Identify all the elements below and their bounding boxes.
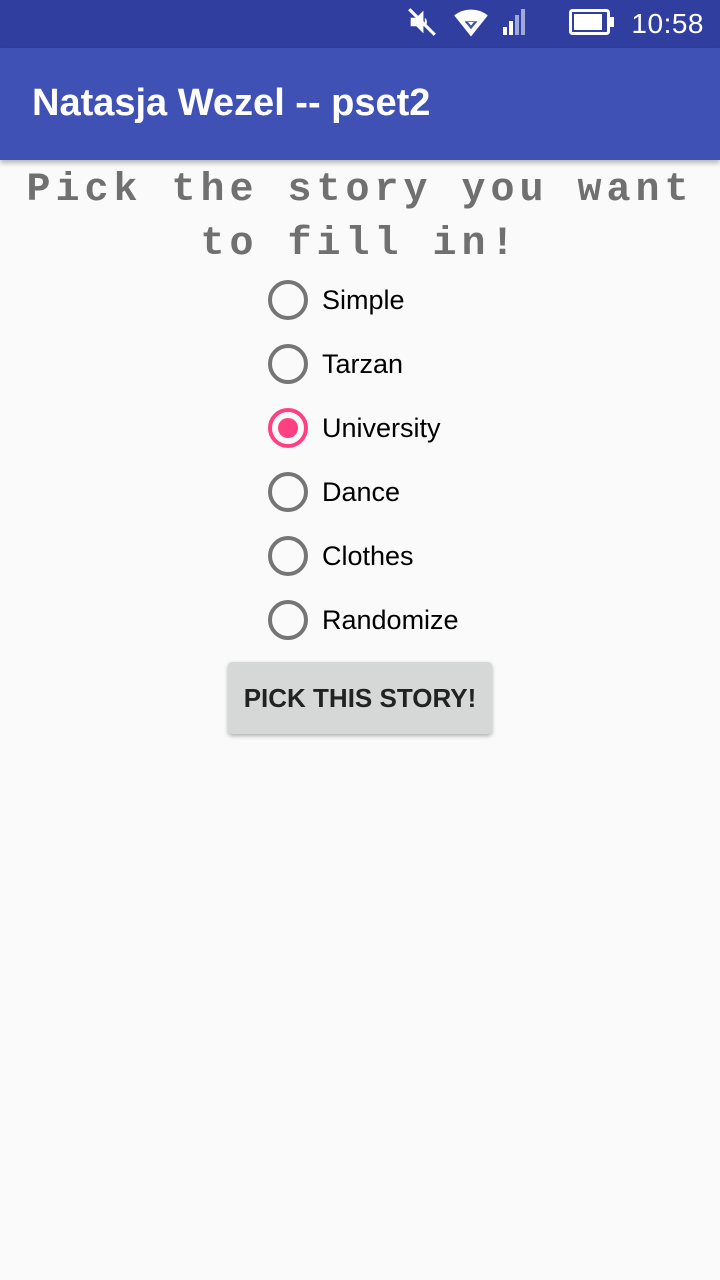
app-title: Natasja Wezel -- pset2 <box>32 82 431 124</box>
battery-icon <box>569 9 615 39</box>
radio-button[interactable] <box>268 600 308 640</box>
page-heading: Pick the story you want to fill in! <box>26 168 694 267</box>
status-icons: 10:58 <box>391 0 704 48</box>
radio-option-university[interactable]: University <box>268 396 528 460</box>
radio-label: Clothes <box>322 540 414 571</box>
radio-button[interactable] <box>268 280 308 320</box>
pick-story-button[interactable]: PICK THIS STORY! <box>228 662 492 734</box>
radio-option-simple[interactable]: Simple <box>268 268 528 332</box>
radio-option-clothes[interactable]: Clothes <box>268 524 528 588</box>
radio-option-randomize[interactable]: Randomize <box>268 588 528 652</box>
radio-option-tarzan[interactable]: Tarzan <box>268 332 528 396</box>
mute-vibrate-icon <box>405 5 439 43</box>
radio-button[interactable] <box>268 408 308 448</box>
wifi-icon <box>453 6 489 42</box>
radio-option-dance[interactable]: Dance <box>268 460 528 524</box>
radio-label: University <box>322 412 441 443</box>
radio-label: Tarzan <box>322 348 404 379</box>
main-content: Pick the story you want to fill in! Simp… <box>0 160 720 1280</box>
radio-label: Simple <box>322 284 405 315</box>
radio-label: Randomize <box>322 604 459 635</box>
radio-label: Dance <box>322 476 401 507</box>
app-bar: Natasja Wezel -- pset2 <box>0 48 720 160</box>
signal-icon <box>503 9 526 39</box>
status-bar: 10:58 <box>0 0 720 48</box>
story-radio-group: Simple Tarzan University Dance Clothes R… <box>268 268 528 652</box>
status-time: 10:58 <box>631 8 704 39</box>
radio-button[interactable] <box>268 536 308 576</box>
radio-button[interactable] <box>268 344 308 384</box>
radio-button[interactable] <box>268 472 308 512</box>
